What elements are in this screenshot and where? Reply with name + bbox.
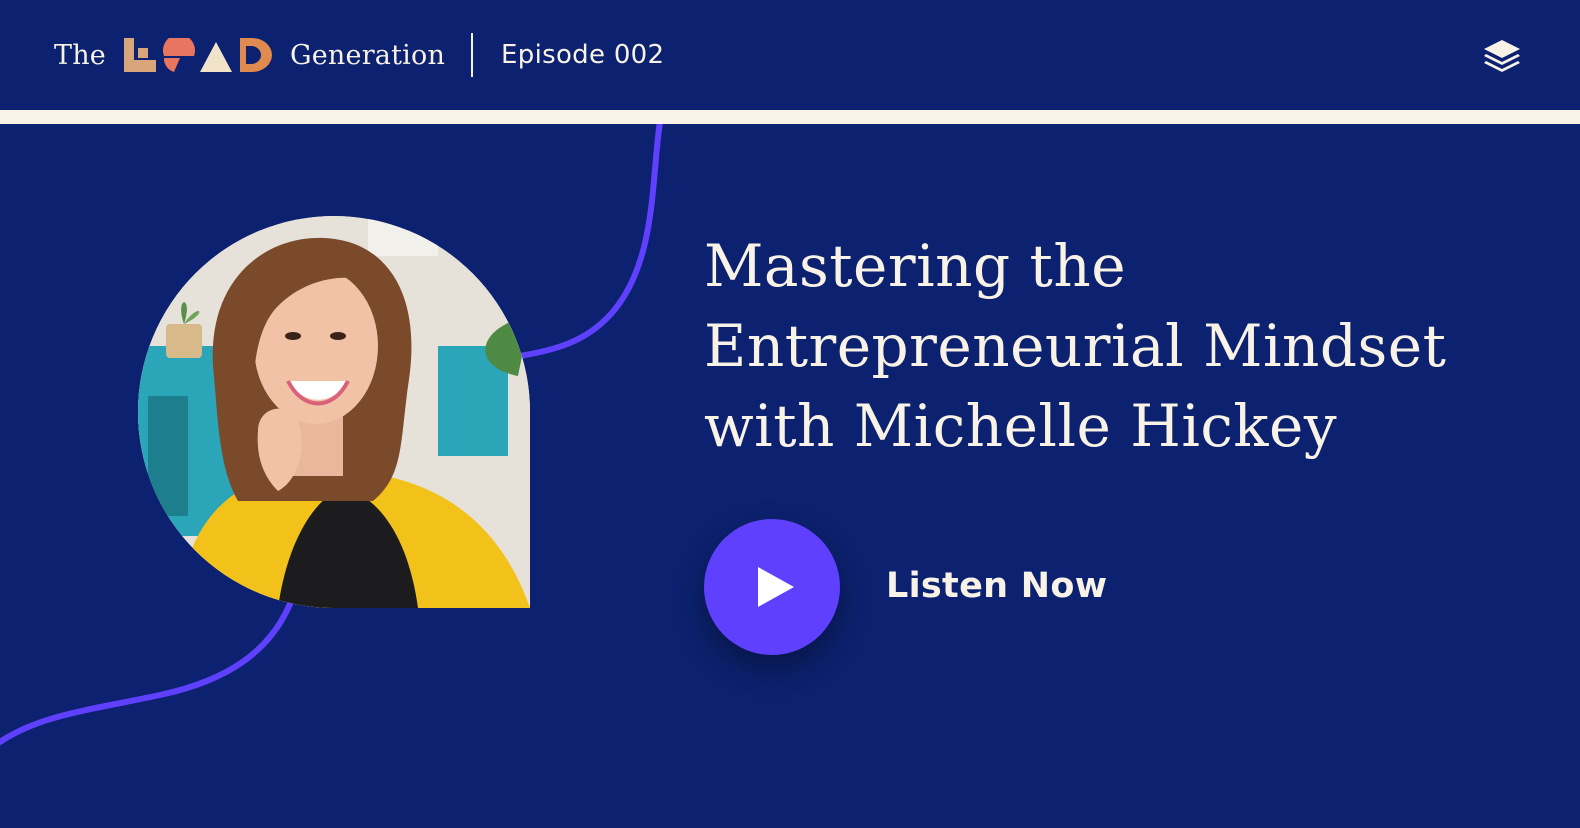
layers-icon[interactable] [1480,38,1524,74]
episode-label: Episode 002 [501,40,665,70]
header-bar: The Generation Episode 002 [0,0,1580,110]
header-stripe [0,110,1580,124]
lead-logo [123,38,272,72]
header-divider [471,33,474,77]
brand-prefix: The [54,39,106,71]
lead-logo-icon [123,38,272,72]
title-line-1: Mastering the [704,232,1127,300]
brand-suffix: Generation [289,39,446,71]
play-icon [758,567,794,607]
listen-now-link[interactable]: Listen Now [886,566,1107,606]
title-line-3: with Michelle Hickey [704,392,1338,460]
podcast-banner: The Generation Episode 002 Mastering the… [0,0,1580,828]
guest-photo [138,216,530,608]
title-line-2: Entrepreneurial Mindset [704,312,1447,380]
guest-photo-illustration [138,216,530,608]
brand[interactable]: The Generation Episode 002 [54,28,664,82]
play-button[interactable] [704,519,840,655]
episode-title: Mastering the Entrepreneurial Mindset wi… [704,226,1524,466]
